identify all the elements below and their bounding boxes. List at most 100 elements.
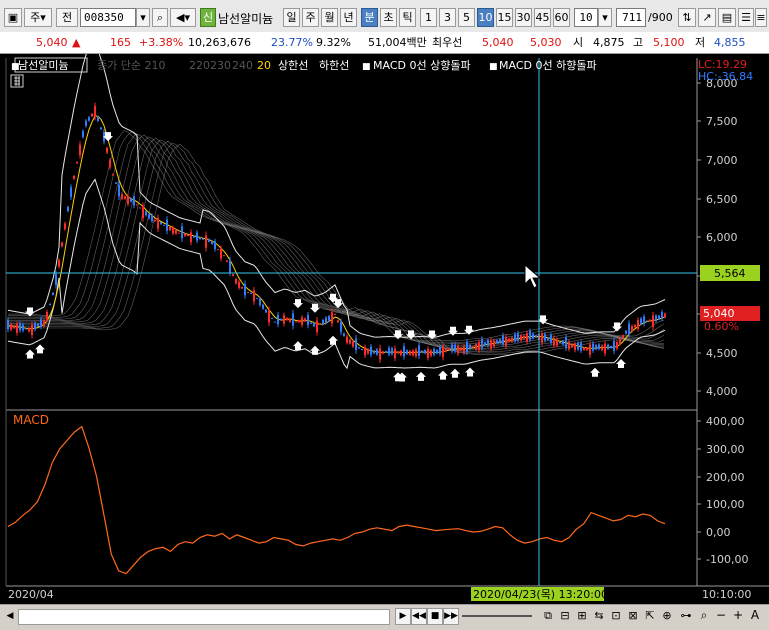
interval-1[interactable]: 1	[420, 8, 437, 27]
indicator-icon[interactable]: ⇅	[678, 8, 696, 27]
period-week[interactable]: 주	[302, 8, 319, 27]
candle-body	[391, 348, 393, 355]
candle-body	[40, 319, 42, 327]
candle-body	[100, 127, 102, 130]
period-day[interactable]: 일	[283, 8, 300, 27]
candle-body	[7, 319, 9, 330]
font-icon[interactable]: A	[748, 608, 762, 623]
candle-body	[460, 347, 462, 351]
interval-5[interactable]: 5	[458, 8, 475, 27]
legend-ma-240[interactable]: 240	[232, 59, 253, 72]
fit-icon[interactable]: ⊠	[626, 608, 640, 623]
interval-dropdown-icon[interactable]: ▾	[598, 8, 612, 27]
legend-ma-simple[interactable]: 종가 단순 210	[97, 59, 165, 72]
legend-lower-band[interactable]: 하한선	[319, 58, 349, 72]
legend-ma-220[interactable]: 220	[189, 59, 210, 72]
count-input[interactable]: 711	[616, 8, 646, 27]
candle-body	[490, 340, 492, 349]
settings-icon[interactable]: ☰	[738, 8, 754, 27]
scroll-track[interactable]	[18, 609, 390, 625]
legend-macd-up[interactable]: MACD 0선 상향돌파	[373, 59, 471, 72]
candle-body	[637, 320, 639, 329]
candle-body	[37, 323, 39, 327]
candle-body	[226, 260, 228, 262]
rewind-icon[interactable]: ◀◀	[411, 608, 427, 625]
add-panel-icon[interactable]: ⊞	[575, 608, 589, 623]
chart-area[interactable]: 8,0007,5007,0006,5006,0005,5005,0004,500…	[0, 54, 769, 604]
price-tick-label: 6,000	[706, 231, 738, 244]
period-month[interactable]: 월	[321, 8, 338, 27]
prev-button[interactable]: 전	[56, 8, 78, 27]
interval-10[interactable]: 10	[477, 8, 494, 27]
legend-upper-band[interactable]: 상한선	[278, 59, 308, 72]
chart-canvas[interactable]: 8,0007,5007,0006,5006,0005,5005,0004,500…	[0, 54, 769, 604]
zoom-in-icon[interactable]: +	[731, 608, 745, 623]
period-second[interactable]: 초	[380, 8, 397, 27]
search-icon[interactable]: ⌕	[152, 8, 168, 27]
price-tick-label: 4,000	[706, 385, 738, 398]
macd-tick-label: 200,00	[706, 471, 745, 484]
candle-body	[394, 348, 396, 359]
candle-body	[106, 147, 108, 153]
chart-icon[interactable]: ▣	[4, 8, 22, 27]
interval-60[interactable]: 60	[553, 8, 570, 27]
split-icon[interactable]: ⊟	[558, 608, 572, 623]
code-dropdown-icon[interactable]: ▾	[136, 8, 150, 27]
open-label: 시	[573, 36, 584, 49]
interval-30[interactable]: 30	[515, 8, 532, 27]
interval-15[interactable]: 15	[496, 8, 513, 27]
candle-body	[367, 349, 369, 354]
candle-body	[349, 339, 351, 344]
candle-body	[259, 298, 261, 305]
candle-body	[346, 336, 348, 343]
speed-slider[interactable]	[462, 615, 532, 617]
candle-body	[13, 325, 15, 329]
candle-body	[70, 187, 72, 197]
stock-tag[interactable]: 남선알미늄	[18, 58, 69, 72]
candle-body	[178, 232, 180, 234]
candle-body	[571, 344, 573, 348]
candle-body	[301, 317, 303, 325]
link-icon[interactable]: ⊶	[679, 608, 693, 623]
interval-input[interactable]: 10	[574, 8, 598, 27]
share-icon[interactable]: ⇆	[592, 608, 606, 623]
candle-body	[583, 347, 585, 351]
candle-body	[436, 350, 438, 354]
menu-icon[interactable]: ≡	[755, 8, 767, 27]
candle-body	[79, 144, 81, 156]
interval-3[interactable]: 3	[439, 8, 456, 27]
candle-body	[76, 161, 78, 164]
candle-body	[448, 348, 450, 350]
save-icon[interactable]: ▤	[718, 8, 736, 27]
magnet-icon[interactable]: ⊕	[660, 608, 674, 623]
candle-body	[43, 320, 45, 326]
interval-45[interactable]: 45	[534, 8, 551, 27]
compare-icon[interactable]: ⊡	[609, 608, 623, 623]
price-change: 165	[110, 36, 131, 49]
period-tick[interactable]: 틱	[399, 8, 416, 27]
legend-ma-230[interactable]: 230	[210, 59, 231, 72]
zoom-out-icon[interactable]: −	[714, 608, 728, 623]
candle-body	[289, 318, 291, 322]
scroll-left-icon[interactable]: ◀	[4, 609, 16, 623]
period-minute[interactable]: 분	[361, 8, 378, 27]
legend-ma-20[interactable]: 20	[257, 59, 271, 72]
speaker-icon[interactable]: ◀▾	[170, 8, 196, 27]
macd-tick-label: 300,00	[706, 443, 745, 456]
new-button[interactable]: 신	[200, 8, 216, 27]
market-select[interactable]: 주▾	[24, 8, 52, 27]
stock-code-input[interactable]: 008350	[80, 8, 136, 27]
stop-icon[interactable]: ■	[427, 608, 443, 625]
layout-icon[interactable]: ⧉	[541, 608, 555, 623]
draw-icon[interactable]: ↗	[698, 8, 716, 27]
pointer-icon[interactable]: ⇱	[643, 608, 657, 623]
candle-body	[373, 350, 375, 354]
candle-body	[655, 315, 657, 322]
play-icon[interactable]: ▶	[395, 608, 411, 625]
period-year[interactable]: 년	[340, 8, 357, 27]
candle-body	[472, 346, 474, 348]
candle-body	[622, 335, 624, 338]
forward-icon[interactable]: ▶▶	[443, 608, 459, 625]
legend-macd-down[interactable]: MACD 0선 하향돌파	[499, 58, 597, 72]
zoom-icon[interactable]: ⌕	[697, 608, 711, 623]
